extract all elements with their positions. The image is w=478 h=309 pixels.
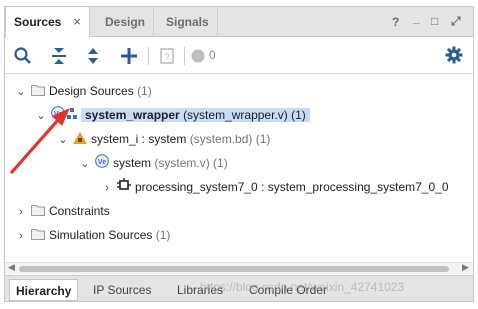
annotation-arrow	[10, 108, 70, 174]
